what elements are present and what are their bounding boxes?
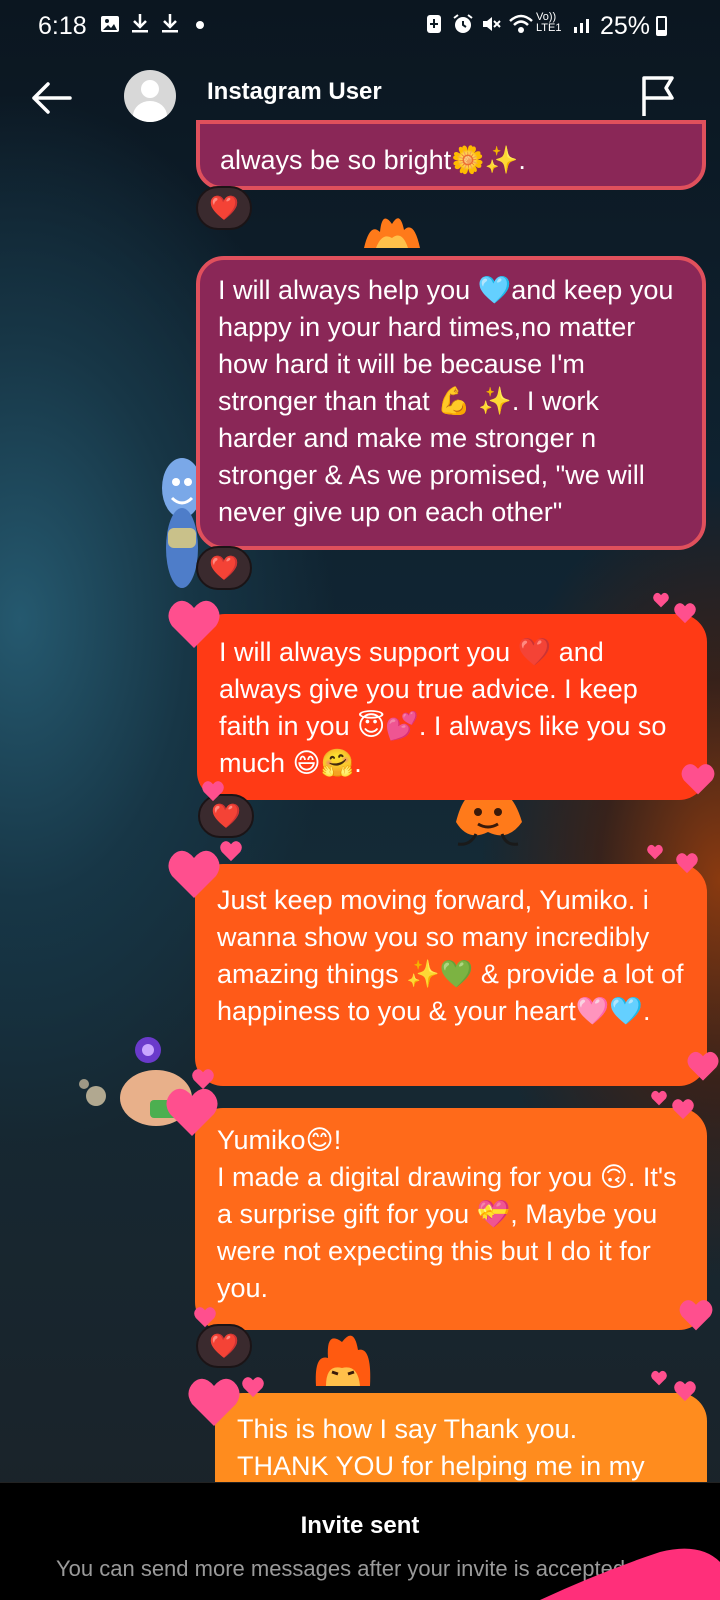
network-label: Vo)) LTE1 xyxy=(536,11,562,34)
heart-effect-icon xyxy=(168,850,220,898)
message-bubble[interactable]: Just keep moving forward, Yumiko. i wann… xyxy=(195,864,707,1086)
invite-status-title: Invite sent xyxy=(300,1512,420,1539)
avatar[interactable] xyxy=(124,70,176,122)
heart-effect-icon xyxy=(192,1069,214,1090)
heart-effect-icon xyxy=(653,592,669,608)
heart-effect-icon xyxy=(242,1377,264,1398)
heart-effect-icon xyxy=(166,1088,218,1136)
status-time: 6:18 xyxy=(38,12,87,40)
flag-icon[interactable] xyxy=(638,74,678,118)
fire-sticker xyxy=(310,1324,376,1392)
message-text: I will always help you 🩵and keep you hap… xyxy=(218,275,681,527)
heart-effect-icon xyxy=(674,603,696,624)
status-bar: 6:18 Vo)) LTE1 25% xyxy=(0,0,720,54)
invite-footer: Invite sent You can send more messages a… xyxy=(0,1482,720,1600)
battery-saver-icon xyxy=(424,13,444,33)
heart-effect-icon xyxy=(651,1090,667,1106)
back-arrow-icon[interactable] xyxy=(28,78,76,118)
mute-icon xyxy=(480,13,501,33)
download-icon xyxy=(160,12,180,33)
message-bubble[interactable]: I will always support you ❤️ and always … xyxy=(197,614,707,800)
download-icon xyxy=(130,12,150,33)
message-bubble[interactable]: I will always help you 🩵and keep you hap… xyxy=(196,256,706,550)
message-text: Yumiko😊! I made a digital drawing for yo… xyxy=(217,1125,677,1303)
status-left-icons xyxy=(100,12,210,33)
heart-effect-icon xyxy=(188,1378,240,1426)
battery-percent: 25% xyxy=(600,12,651,40)
heart-effect-icon xyxy=(168,600,220,648)
heart-effect-icon xyxy=(647,844,663,860)
heart-effect-icon xyxy=(672,1099,694,1120)
heart-effect-icon xyxy=(540,1548,720,1600)
reaction-heart: ❤️ xyxy=(209,554,239,582)
battery-icon xyxy=(656,16,667,36)
message-text: Just keep moving forward, Yumiko. i wann… xyxy=(217,885,691,1026)
alarm-icon xyxy=(452,13,473,33)
message-text: always be so bright🌼✨. xyxy=(220,145,526,175)
reaction-heart: ❤️ xyxy=(211,802,241,830)
gallery-icon xyxy=(100,12,120,32)
footer-divider xyxy=(0,1482,720,1483)
heart-effect-icon xyxy=(674,1381,696,1402)
reaction-badge[interactable]: ❤️ xyxy=(196,546,252,590)
reaction-badge[interactable]: ❤️ xyxy=(196,1324,252,1368)
fire-sticker xyxy=(360,208,424,254)
message-text: I will always support you ❤️ and always … xyxy=(219,637,674,778)
heart-effect-icon xyxy=(651,1370,667,1386)
heart-effect-icon xyxy=(202,781,224,802)
reaction-badge[interactable]: ❤️ xyxy=(196,186,252,230)
heart-effect-icon xyxy=(679,1300,713,1331)
message-text: This is how I say Thank you. THANK YOU f… xyxy=(237,1414,645,1481)
heart-effect-icon xyxy=(220,841,242,862)
message-bubble[interactable]: always be so bright🌼✨. xyxy=(196,120,706,190)
heart-effect-icon xyxy=(681,764,715,795)
wifi-icon xyxy=(508,13,533,33)
dot-icon xyxy=(190,12,210,32)
reaction-heart: ❤️ xyxy=(209,1332,239,1360)
heart-effect-icon xyxy=(676,853,698,874)
heart-effect-icon xyxy=(194,1307,216,1328)
conversation-title[interactable]: Instagram User xyxy=(207,78,382,106)
message-bubble[interactable]: Yumiko😊! I made a digital drawing for yo… xyxy=(195,1108,707,1330)
status-right-icons: Vo)) LTE1 xyxy=(424,12,592,34)
signal-icon xyxy=(572,13,592,33)
reaction-heart: ❤️ xyxy=(209,194,239,222)
heart-effect-icon xyxy=(687,1051,719,1081)
